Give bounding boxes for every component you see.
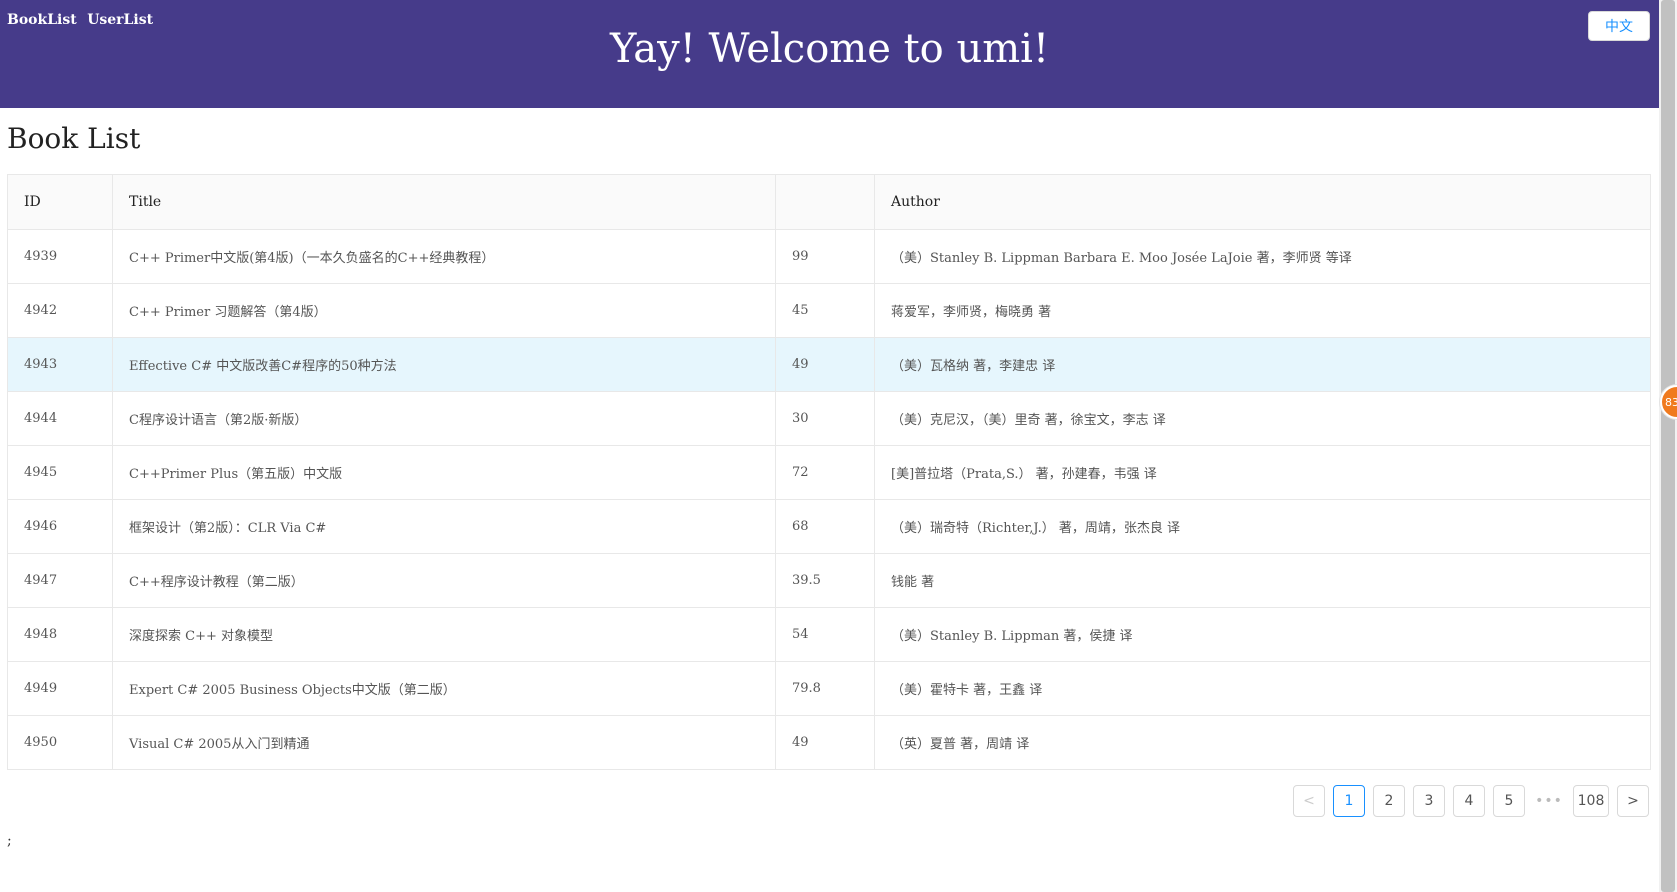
cell-author: （美）克尼汉，（美）里奇 著，徐宝文，李志 译 <box>874 391 1651 446</box>
cell-id: 4947 <box>7 553 113 608</box>
page-button-1[interactable]: 1 <box>1333 785 1365 817</box>
cell-title: 框架设计（第2版）：CLR Via C# <box>112 499 776 554</box>
cell-author: 钱能 著 <box>874 553 1651 608</box>
cell-price: 72 <box>775 445 875 500</box>
cell-author: （美）Stanley B. Lippman 著，侯捷 译 <box>874 607 1651 662</box>
language-toggle-button[interactable]: 中文 <box>1588 11 1650 41</box>
cell-price: 30 <box>775 391 875 446</box>
welcome-banner: Yay! Welcome to umi! <box>609 26 1050 72</box>
pagination: < 1 2 3 4 5 ••• 108 > <box>1293 785 1649 817</box>
prev-page-button[interactable]: < <box>1293 785 1325 817</box>
page-button-4[interactable]: 4 <box>1453 785 1485 817</box>
cell-author: （英）夏普 著，周靖 译 <box>874 715 1651 770</box>
cell-title: Effective C# 中文版改善C#程序的50种方法 <box>112 337 776 392</box>
cell-title: C++ Primer 习题解答（第4版） <box>112 283 776 338</box>
table-row[interactable]: 4946 框架设计（第2版）：CLR Via C# 68 （美）瑞奇特（Richter… <box>7 499 1651 554</box>
cell-id: 4944 <box>7 391 113 446</box>
table-row[interactable]: 4947 C++程序设计教程（第二版） 39.5 钱能 著 <box>7 553 1651 608</box>
cell-id: 4946 <box>7 499 113 554</box>
column-header-author[interactable]: Author <box>874 174 1651 230</box>
cell-author: 蒋爱军，李师贤，梅晓勇 著 <box>874 283 1651 338</box>
book-table: ID Title Author 4939 C++ Primer中文版(第4版)（一… <box>7 174 1651 770</box>
footer-text: ; <box>7 833 12 849</box>
cell-id: 4949 <box>7 661 113 716</box>
table-row[interactable]: 4948 深度探索 C++ 对象模型 54 （美）Stanley B. Lippman… <box>7 607 1651 662</box>
column-header-title[interactable]: Title <box>112 174 776 230</box>
cell-price: 45 <box>775 283 875 338</box>
cell-author: （美）瓦格纳 著，李建忠 译 <box>874 337 1651 392</box>
next-page-button[interactable]: > <box>1617 785 1649 817</box>
cell-title: C++Primer Plus（第五版）中文版 <box>112 445 776 500</box>
cell-title: 深度探索 C++ 对象模型 <box>112 607 776 662</box>
cell-price: 68 <box>775 499 875 554</box>
table-header-row: ID Title Author <box>7 174 1651 230</box>
page-title: Book List <box>7 122 141 155</box>
cell-author: （美）瑞奇特（Richter,J.） 著，周靖，张杰良 译 <box>874 499 1651 554</box>
cell-id: 4950 <box>7 715 113 770</box>
table-row[interactable]: 4944 C程序设计语言（第2版·新版） 30 （美）克尼汉，（美）里奇 著，徐宝文，… <box>7 391 1651 446</box>
table-row[interactable]: 4950 Visual C# 2005从入门到精通 49 （英）夏普 著，周靖 译 <box>7 715 1651 770</box>
cell-id: 4945 <box>7 445 113 500</box>
cell-price: 99 <box>775 229 875 284</box>
vertical-scrollbar[interactable] <box>1659 0 1677 892</box>
cell-id: 4939 <box>7 229 113 284</box>
cell-price: 49 <box>775 337 875 392</box>
cell-price: 49 <box>775 715 875 770</box>
cell-title: C++ Primer中文版(第4版)（一本久负盛名的C++经典教程） <box>112 229 776 284</box>
cell-id: 4942 <box>7 283 113 338</box>
column-header-id[interactable]: ID <box>7 174 113 230</box>
page-button-3[interactable]: 3 <box>1413 785 1445 817</box>
cell-title: Expert C# 2005 Business Objects中文版（第二版） <box>112 661 776 716</box>
cell-price: 79.8 <box>775 661 875 716</box>
cell-title: C++程序设计教程（第二版） <box>112 553 776 608</box>
table-row[interactable]: 4949 Expert C# 2005 Business Objects中文版（第… <box>7 661 1651 716</box>
cell-price: 39.5 <box>775 553 875 608</box>
cell-title: Visual C# 2005从入门到精通 <box>112 715 776 770</box>
cell-title: C程序设计语言（第2版·新版） <box>112 391 776 446</box>
cell-author: （美）霍特卡 著，王鑫 译 <box>874 661 1651 716</box>
scrollbar-thumb[interactable] <box>1661 0 1675 892</box>
page-button-5[interactable]: 5 <box>1493 785 1525 817</box>
app-header: BookList UserList Yay! Welcome to umi! 中… <box>0 0 1659 108</box>
table-row[interactable]: 4942 C++ Primer 习题解答（第4版） 45 蒋爱军，李师贤，梅晓勇 著 <box>7 283 1651 338</box>
page-button-2[interactable]: 2 <box>1373 785 1405 817</box>
cell-id: 4943 <box>7 337 113 392</box>
cell-author: [美]普拉塔（Prata,S.） 著，孙建春，韦强 译 <box>874 445 1651 500</box>
cell-id: 4948 <box>7 607 113 662</box>
cell-price: 54 <box>775 607 875 662</box>
pagination-ellipsis[interactable]: ••• <box>1533 785 1565 817</box>
table-row[interactable]: 4943 Effective C# 中文版改善C#程序的50种方法 49 （美）瓦格纳… <box>7 337 1651 392</box>
cell-author: （美）Stanley B. Lippman Barbara E. Moo Jos… <box>874 229 1651 284</box>
page-button-last[interactable]: 108 <box>1573 785 1609 817</box>
column-header-price[interactable] <box>775 174 875 230</box>
table-row[interactable]: 4939 C++ Primer中文版(第4版)（一本久负盛名的C++经典教程） 99… <box>7 229 1651 284</box>
table-row[interactable]: 4945 C++Primer Plus（第五版）中文版 72 [美]普拉塔（Prata… <box>7 445 1651 500</box>
